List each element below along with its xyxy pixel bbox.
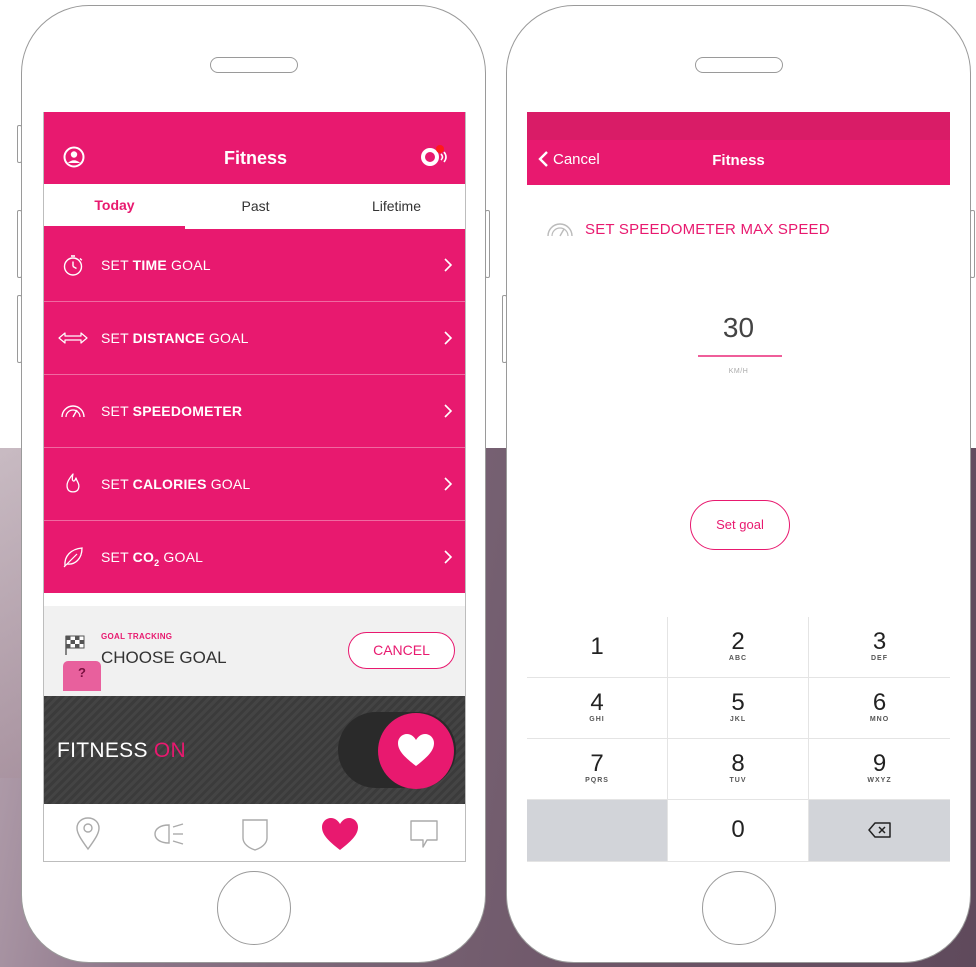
goal-menu: SET TIME GOAL SET DISTANCE GOAL SET SPEE… xyxy=(44,229,465,594)
flame-icon xyxy=(66,473,80,493)
speed-unit: KM/H xyxy=(728,368,749,375)
help-button[interactable]: ? xyxy=(63,661,101,691)
key-3[interactable]: 3 DEF xyxy=(809,617,950,678)
page-title: Fitness xyxy=(223,148,288,168)
goal-tracking-bar: GOAL TRACKING CHOOSE GOAL CANCEL ? xyxy=(44,606,465,696)
power-button xyxy=(485,210,490,278)
input-underline xyxy=(698,355,782,357)
home-button[interactable] xyxy=(701,871,776,945)
fitness-state: ON xyxy=(153,739,187,762)
menu-calories-keyword: CALORIES xyxy=(132,476,207,492)
chevron-right-icon xyxy=(444,477,453,491)
menu-item-distance-goal[interactable]: SET DISTANCE GOAL xyxy=(44,302,465,375)
chat-bubble-icon[interactable] xyxy=(406,816,440,852)
backspace-key[interactable] xyxy=(809,800,950,862)
stopwatch-icon xyxy=(63,255,83,276)
key-8[interactable]: 8 TUV xyxy=(668,739,809,800)
backspace-icon xyxy=(867,822,891,838)
page-title: Fitness xyxy=(712,152,765,169)
bottom-tab-bar xyxy=(44,804,465,861)
speedometer-icon xyxy=(547,223,573,237)
distance-arrows-icon xyxy=(58,332,88,344)
fitness-toggle-knob[interactable] xyxy=(378,713,454,789)
heart-icon xyxy=(398,734,434,766)
status-bar xyxy=(527,112,950,140)
choose-goal-text: CHOOSE GOAL xyxy=(101,648,227,667)
menu-speedometer-keyword: SPEEDOMETER xyxy=(132,403,243,419)
key-0[interactable]: 0 xyxy=(668,800,809,862)
menu-time-keyword: TIME xyxy=(132,257,167,273)
menu-item-speedometer[interactable]: SET SPEEDOMETER xyxy=(44,375,465,448)
period-tabs: Today Past Lifetime xyxy=(44,184,465,229)
chevron-right-icon xyxy=(444,404,453,418)
tab-lifetime[interactable]: Lifetime xyxy=(326,184,465,229)
key-5[interactable]: 5 JKL xyxy=(668,678,809,739)
shield-icon[interactable] xyxy=(238,816,272,852)
fitness-screen: Fitness Today Past Lifetime SET TIME GOA… xyxy=(43,112,466,862)
chevron-right-icon xyxy=(444,550,453,564)
volume-button xyxy=(502,295,507,363)
set-goal-button[interactable]: Set goal xyxy=(690,500,790,550)
menu-distance-keyword: DISTANCE xyxy=(132,330,205,346)
chevron-right-icon xyxy=(444,331,453,345)
app-header: Cancel Fitness xyxy=(527,112,950,185)
app-header: Fitness xyxy=(44,112,465,184)
menu-item-time-goal[interactable]: SET TIME GOAL xyxy=(44,229,465,302)
key-blank xyxy=(527,800,668,862)
volume-up-button xyxy=(17,210,22,278)
key-9[interactable]: 9 WXYZ xyxy=(809,739,950,800)
fitness-toggle-bar: FITNESS ON xyxy=(44,696,465,804)
power-button xyxy=(970,210,975,278)
fitness-label: FITNESS xyxy=(57,739,148,762)
speedometer-icon xyxy=(61,405,85,418)
key-4[interactable]: 4 GHI xyxy=(527,678,668,739)
tab-past[interactable]: Past xyxy=(185,184,326,229)
menu-item-calories-goal[interactable]: SET CALORIES GOAL xyxy=(44,448,465,521)
key-6[interactable]: 6 MNO xyxy=(809,678,950,739)
speedometer-screen: Cancel Fitness SET SPEEDOMETER MAX SPEED… xyxy=(527,112,950,862)
tab-today[interactable]: Today xyxy=(44,184,185,229)
chevron-right-icon xyxy=(444,258,453,272)
speedometer-heading-text: SET SPEEDOMETER MAX SPEED xyxy=(585,220,830,238)
key-1[interactable]: 1 xyxy=(527,617,668,678)
phone-speaker xyxy=(209,57,298,73)
checkered-flag-icon xyxy=(65,635,85,655)
device-connection-icon[interactable] xyxy=(419,144,451,168)
headlight-icon[interactable] xyxy=(152,816,186,852)
leaf-icon xyxy=(63,547,83,568)
max-speed-input[interactable]: 30 xyxy=(527,312,950,344)
cancel-goal-button[interactable]: CANCEL xyxy=(348,632,455,669)
phone-speaker xyxy=(694,57,783,73)
speedometer-heading: SET SPEEDOMETER MAX SPEED xyxy=(545,219,830,239)
heart-icon[interactable] xyxy=(320,816,360,852)
numeric-keypad: 1 2 ABC 3 DEF 4 GHI 5 JKL 6 MNO 7 PQRS 8 TUV 9W… xyxy=(527,617,950,862)
goal-tracking-label: GOAL TRACKING xyxy=(101,632,173,641)
menu-item-co2-goal[interactable]: SET CO2 GOAL xyxy=(44,521,465,594)
key-7[interactable]: 7 PQRS xyxy=(527,739,668,800)
home-button[interactable] xyxy=(216,871,291,945)
location-pin-icon[interactable] xyxy=(71,816,105,852)
menu-co2-keyword: CO xyxy=(132,549,155,565)
key-2[interactable]: 2 ABC xyxy=(668,617,809,678)
volume-down-button xyxy=(17,295,22,363)
mute-switch xyxy=(17,125,22,163)
